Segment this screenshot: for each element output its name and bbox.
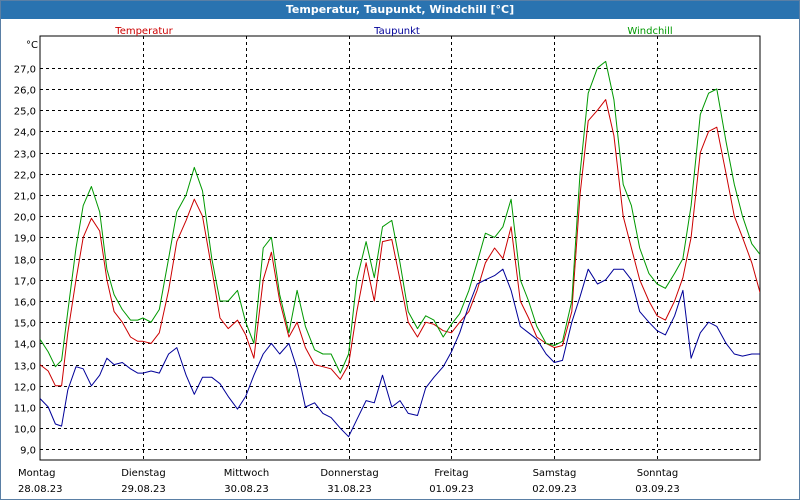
x-tick-date: 30.08.23 bbox=[224, 484, 269, 495]
y-tick-label: 25,0 bbox=[14, 107, 36, 118]
y-tick-label: 22,0 bbox=[14, 171, 36, 182]
x-tick-weekday: Mittwoch bbox=[224, 468, 269, 479]
y-tick-label: 11,0 bbox=[14, 404, 36, 415]
y-tick-label: 15,0 bbox=[14, 319, 36, 330]
x-tick-weekday: Donnerstag bbox=[320, 468, 378, 479]
y-tick-label: 14,0 bbox=[14, 340, 36, 351]
y-tick-label: 27,0 bbox=[14, 65, 36, 76]
y-tick-label: 26,0 bbox=[14, 86, 36, 97]
y-tick-label: 21,0 bbox=[14, 192, 36, 203]
plot-area bbox=[39, 35, 761, 461]
x-tick-date: 02.09.23 bbox=[532, 484, 577, 495]
y-tick-label: 18,0 bbox=[14, 256, 36, 267]
y-tick-label: 23,0 bbox=[14, 150, 36, 161]
x-tick-weekday: Dienstag bbox=[121, 468, 166, 479]
x-tick-weekday: Montag bbox=[18, 468, 55, 479]
y-tick-label: 19,0 bbox=[14, 234, 36, 245]
y-tick-label: 12,0 bbox=[14, 383, 36, 394]
y-tick-label: 13,0 bbox=[14, 362, 36, 373]
y-tick-label: 10,0 bbox=[14, 425, 36, 436]
y-tick-label: 16,0 bbox=[14, 298, 36, 309]
y-tick-label: 20,0 bbox=[14, 213, 36, 224]
legend-temperatur: Temperatur bbox=[114, 26, 173, 37]
y-tick-label: 9,0 bbox=[20, 446, 36, 457]
x-tick-date: 28.08.23 bbox=[18, 484, 63, 495]
line-chart: 9,0 10,0 11,0 12,0 13,0 14,0 15,0 16,0 17,0 18,0 1… bbox=[14, 26, 761, 495]
legend-windchill: Windchill bbox=[627, 26, 672, 37]
x-tick-date: 01.09.23 bbox=[429, 484, 474, 495]
x-tick-date: 03.09.23 bbox=[635, 484, 680, 495]
y-axis-label: °C bbox=[26, 40, 38, 51]
y-tick-label: 17,0 bbox=[14, 277, 36, 288]
x-tick-date: 29.08.23 bbox=[121, 484, 166, 495]
x-tick-weekday: Samstag bbox=[533, 468, 577, 479]
x-tick-date: 31.08.23 bbox=[327, 484, 372, 495]
x-tick-weekday: Freitag bbox=[434, 468, 468, 479]
x-tick-weekday: Sonntag bbox=[637, 468, 679, 479]
y-tick-label: 24,0 bbox=[14, 128, 36, 139]
legend-taupunkt: Taupunkt bbox=[373, 26, 420, 37]
